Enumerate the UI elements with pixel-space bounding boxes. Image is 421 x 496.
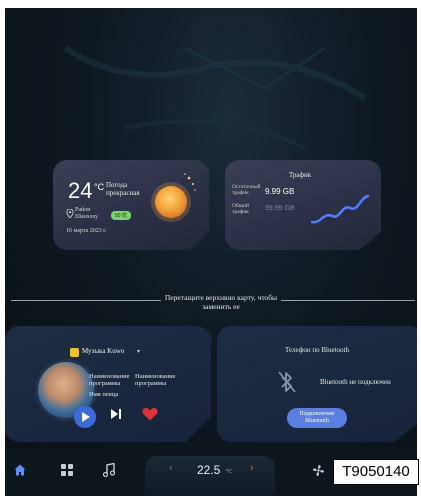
remaining-traffic-label: Остаточный трафик (232, 184, 261, 196)
divider-left (11, 300, 161, 301)
program-name-1: Наименование программы (89, 373, 130, 387)
weather-condition: Погода прекрасная (106, 181, 140, 197)
screen: 24 °C Погода прекрасная Район Шанхэ­ху 5… (5, 8, 417, 496)
singer-name: Имя певца (89, 391, 119, 398)
traffic-wave-icon (310, 194, 370, 224)
fan-icon[interactable] (312, 464, 325, 477)
kuwo-app-icon (70, 348, 79, 357)
program-name-2: Наименование программы (135, 373, 176, 387)
location-pin-icon (66, 209, 74, 218)
air-quality-badge: 50 优 (111, 211, 131, 220)
connect-bluetooth-button[interactable]: Подключение Bluetooth (287, 408, 347, 428)
climate-temperature-unit: °C (226, 469, 233, 475)
traffic-title: Трафик (288, 171, 312, 179)
weather-location: Район Шанхэ­ху (75, 207, 98, 220)
home-icon[interactable] (14, 464, 26, 476)
bluetooth-title: Телефон по Bluetooth (285, 346, 349, 354)
bluetooth-status: Bluetooth не подключен (320, 378, 391, 386)
weather-temperature-unit: °C (94, 182, 105, 192)
drag-hint: Перетащите верхнюю карту, чтобы заменить… (164, 293, 278, 311)
next-track-button[interactable] (110, 408, 122, 420)
divider-right (281, 300, 415, 301)
weather-card[interactable]: 24 °C Погода прекрасная Район Шанхэ­ху 5… (53, 160, 209, 250)
temperature-decrease-button[interactable]: ‹ (169, 462, 173, 474)
music-card[interactable]: Музыка Kuwo ▾ Наименование программы Наи… (5, 326, 211, 442)
temperature-increase-button[interactable]: › (250, 462, 254, 474)
music-app-name[interactable]: Музыка Kuwo (82, 347, 124, 355)
climate-temperature: 22.5 (197, 463, 221, 477)
background-map (63, 45, 367, 150)
bluetooth-card[interactable]: Телефон по Bluetooth Bluetooth не подклю… (217, 326, 417, 442)
favorite-heart-button[interactable] (142, 407, 158, 421)
music-note-icon[interactable] (103, 463, 115, 477)
weather-date: 16 марта 2023 г. (66, 228, 107, 234)
apps-grid-icon[interactable] (61, 464, 73, 476)
total-traffic-value: 99.99 GB (265, 205, 295, 212)
sun-icon (151, 173, 196, 222)
play-button[interactable] (74, 406, 96, 428)
chevron-down-icon[interactable]: ▾ (137, 348, 140, 355)
label-overlay: T9050140 (333, 459, 419, 485)
weather-temperature: 24 (68, 178, 93, 203)
remaining-traffic-value: 9.99 GB (265, 187, 295, 196)
total-traffic-label: Общий трафик (232, 203, 249, 215)
bluetooth-disconnected-icon (278, 371, 296, 393)
traffic-card[interactable]: Трафик Остаточный трафик 9.99 GB Общий т… (225, 160, 381, 250)
